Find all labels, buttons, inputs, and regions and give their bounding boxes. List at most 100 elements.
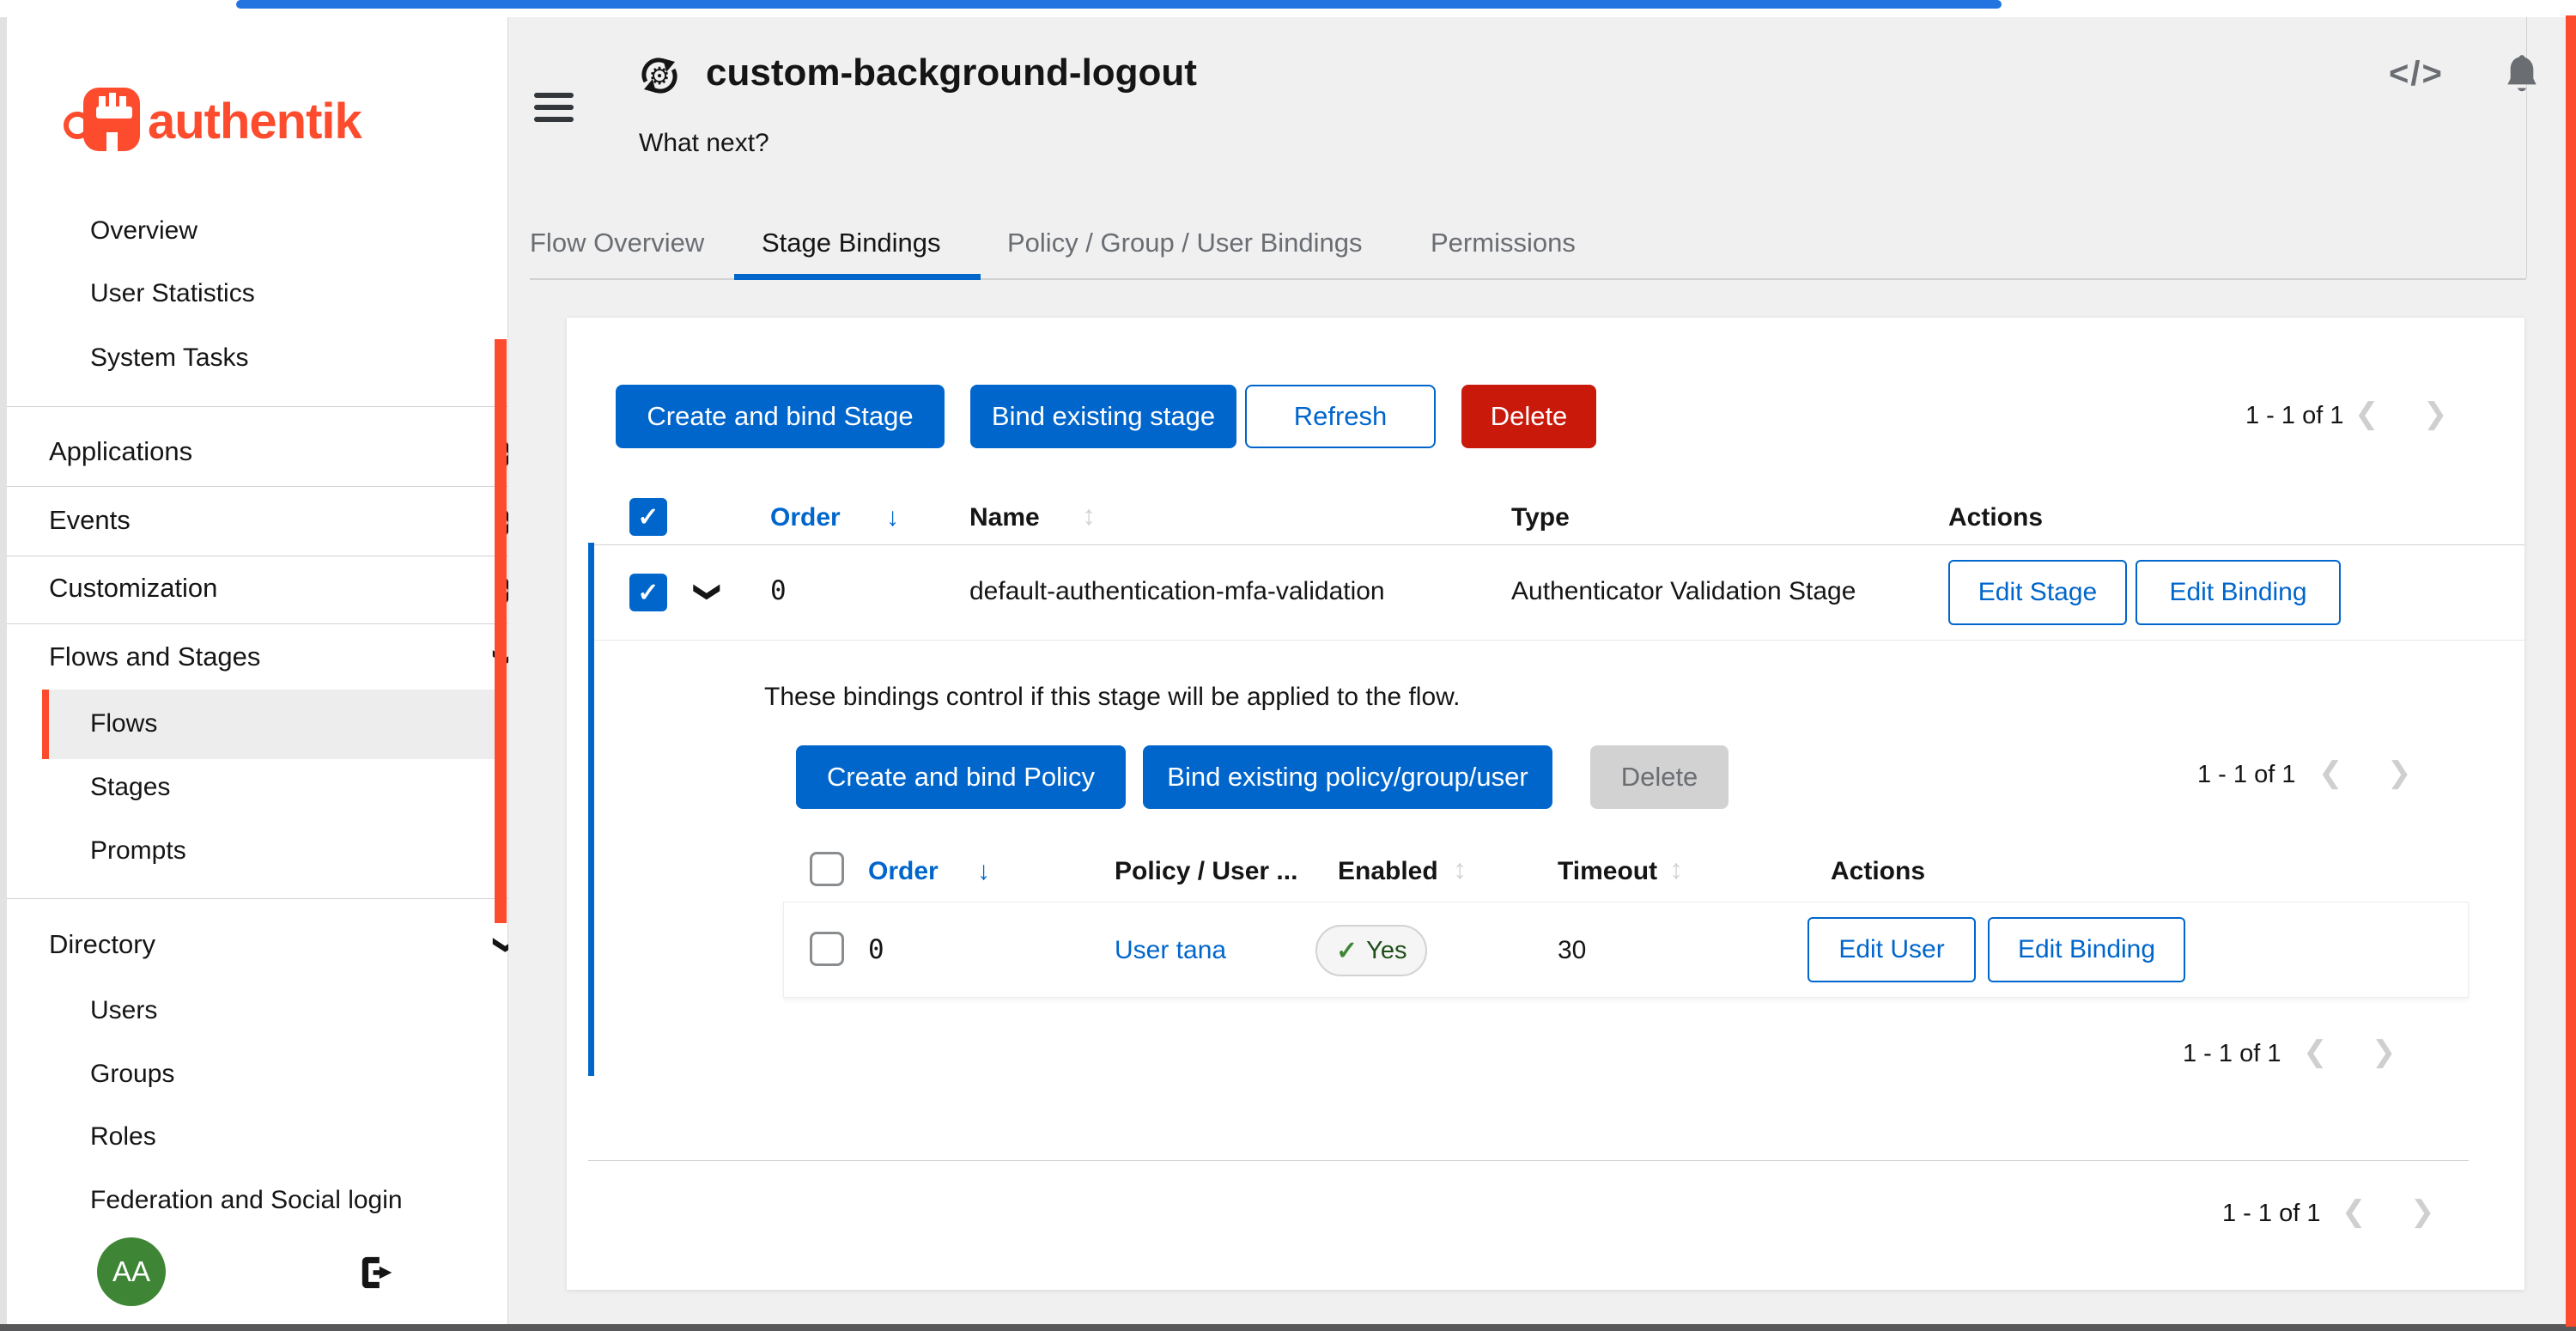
flow-process-icon: ⚙ [637, 53, 682, 98]
table-bottom-divider [588, 1160, 2469, 1161]
tab-policy-group-user-bindings[interactable]: Policy / Group / User Bindings [1007, 219, 1363, 266]
tab-stage-bindings[interactable]: Stage Bindings [762, 219, 941, 266]
refresh-button[interactable]: Refresh [1245, 385, 1436, 448]
inner-sort-desc-icon[interactable]: ↓ [977, 857, 990, 886]
user-link[interactable]: User tana [1115, 936, 1226, 965]
column-name[interactable]: Name [969, 503, 1040, 532]
avatar[interactable]: AA [97, 1237, 166, 1306]
stage-bindings-card: Create and bind Stage Bind existing stag… [567, 318, 2524, 1290]
row-expand-icon[interactable]: ❯ [693, 581, 723, 603]
row-checkbox[interactable]: ✓ [629, 574, 667, 611]
edit-stage-button[interactable]: Edit Stage [1948, 560, 2127, 625]
sidebar-group-applications[interactable]: Applications ❯ [49, 431, 461, 472]
enabled-badge-label: Yes [1366, 937, 1406, 965]
select-all-checkbox[interactable]: ✓ [629, 498, 667, 536]
inner-table-row [783, 902, 2469, 998]
expanded-row-indicator [588, 543, 594, 1076]
inner-select-all-checkbox[interactable] [810, 852, 844, 886]
column-actions: Actions [1948, 503, 2043, 532]
column-type: Type [1511, 503, 1570, 532]
inner-bottom-pagination-prev-icon[interactable]: ❮ [2303, 1035, 2328, 1069]
pagination-next-icon[interactable]: ❯ [2423, 397, 2448, 431]
sidebar-group-label: Events [49, 505, 131, 536]
authentik-logo-detail [106, 132, 118, 151]
sidebar-group-customization[interactable]: Customization ❯ [49, 568, 461, 609]
sidebar-item-stages[interactable]: Stages [90, 767, 170, 808]
sidebar-item-overview[interactable]: Overview [90, 210, 197, 252]
sidebar-scrollbar-thumb[interactable] [495, 339, 507, 923]
tab-flow-overview[interactable]: Flow Overview [530, 219, 704, 266]
sidebar-divider [7, 406, 507, 407]
sort-icon[interactable]: ↕ [1453, 854, 1467, 885]
page-subtitle: What next? [639, 129, 769, 158]
page-title: custom-background-logout [706, 52, 1197, 94]
tab-permissions[interactable]: Permissions [1431, 219, 1576, 266]
inner-column-enabled[interactable]: Enabled [1338, 857, 1438, 886]
sidebar-group-directory[interactable]: Directory ❯ [49, 924, 461, 965]
browser-loading-bar [236, 0, 2002, 9]
row-divider [594, 640, 2524, 641]
edit-user-button[interactable]: Edit User [1807, 917, 1976, 982]
column-order[interactable]: Order [770, 503, 841, 532]
svg-text:⚙: ⚙ [648, 62, 670, 90]
sidebar-divider [7, 623, 507, 624]
bottom-pagination-prev-icon[interactable]: ❮ [2342, 1194, 2366, 1229]
authentik-admin-page: authentik Overview User Statistics Syste… [0, 0, 2576, 1331]
inner-bottom-pagination-label: 1 - 1 of 1 [2183, 1040, 2281, 1068]
page-scrollbar-thumb[interactable] [2566, 15, 2576, 1327]
sort-icon[interactable]: ↕ [1082, 500, 1096, 532]
sidebar-group-label: Directory [49, 929, 155, 960]
sidebar-item-groups[interactable]: Groups [90, 1054, 174, 1095]
inner-column-actions: Actions [1831, 857, 1925, 886]
notification-bell-icon[interactable] [2500, 53, 2543, 98]
sort-desc-icon[interactable]: ↓ [886, 503, 899, 532]
inner-delete-button[interactable]: Delete [1590, 745, 1728, 809]
delete-button[interactable]: Delete [1461, 385, 1596, 448]
bottom-pagination-label: 1 - 1 of 1 [2222, 1200, 2320, 1228]
sidebar-group-events[interactable]: Events ❯ [49, 500, 461, 541]
bottom-pagination-next-icon[interactable]: ❯ [2410, 1194, 2435, 1229]
sidebar-item-prompts[interactable]: Prompts [90, 830, 186, 872]
logout-icon[interactable] [359, 1255, 397, 1290]
authentik-logo-detail [119, 96, 126, 108]
inner-column-timeout[interactable]: Timeout [1558, 857, 1657, 886]
window-bottom-strip [0, 1324, 2576, 1331]
inner-row-checkbox[interactable] [810, 932, 844, 966]
inner-column-order[interactable]: Order [868, 857, 939, 886]
inner-pagination-next-icon[interactable]: ❯ [2387, 756, 2412, 790]
inner-bottom-pagination-next-icon[interactable]: ❯ [2372, 1035, 2397, 1069]
menu-icon[interactable] [534, 93, 574, 124]
inner-edit-binding-button[interactable]: Edit Binding [1988, 917, 2185, 982]
create-and-bind-policy-button[interactable]: Create and bind Policy [796, 745, 1126, 809]
inner-pagination-label: 1 - 1 of 1 [2197, 761, 2295, 789]
inner-pagination-prev-icon[interactable]: ❮ [2318, 756, 2343, 790]
sidebar-item-federation[interactable]: Federation and Social login [90, 1180, 403, 1221]
sidebar-group-flows-and-stages[interactable]: Flows and Stages ❯ [49, 636, 461, 678]
sidebar-item-flows[interactable]: Flows [90, 703, 157, 745]
inner-column-policy[interactable]: Policy / User ... [1115, 857, 1297, 886]
cell-order: 0 [770, 575, 787, 606]
pagination-prev-icon[interactable]: ❮ [2354, 397, 2379, 431]
sidebar-group-label: Customization [49, 573, 217, 604]
authentik-logo-detail [96, 106, 132, 119]
sidebar-current-item-bar [42, 690, 49, 759]
sidebar-item-users[interactable]: Users [90, 990, 157, 1031]
bindings-description: These bindings control if this stage wil… [764, 683, 1460, 712]
authentik-logo-detail [99, 96, 106, 108]
api-code-icon[interactable]: </> [2389, 55, 2444, 94]
sort-icon[interactable]: ↕ [1669, 854, 1683, 885]
sidebar-item-user-statistics[interactable]: User Statistics [90, 273, 255, 314]
sidebar-item-system-tasks[interactable]: System Tasks [90, 337, 249, 379]
sidebar-divider [7, 486, 507, 487]
bind-existing-stage-button[interactable]: Bind existing stage [970, 385, 1236, 448]
edit-binding-button[interactable]: Edit Binding [2136, 560, 2341, 625]
sidebar-item-roles[interactable]: Roles [90, 1116, 156, 1158]
authentik-logo-wordmark[interactable]: authentik [148, 93, 361, 150]
sidebar-divider [7, 898, 507, 899]
enabled-badge: ✓ Yes [1315, 925, 1427, 976]
table-header-divider [588, 544, 2524, 545]
check-icon: ✓ [1336, 936, 1358, 966]
bind-existing-policy-button[interactable]: Bind existing policy/group/user [1143, 745, 1552, 809]
create-and-bind-stage-button[interactable]: Create and bind Stage [616, 385, 945, 448]
authentik-logo-detail [109, 93, 116, 108]
